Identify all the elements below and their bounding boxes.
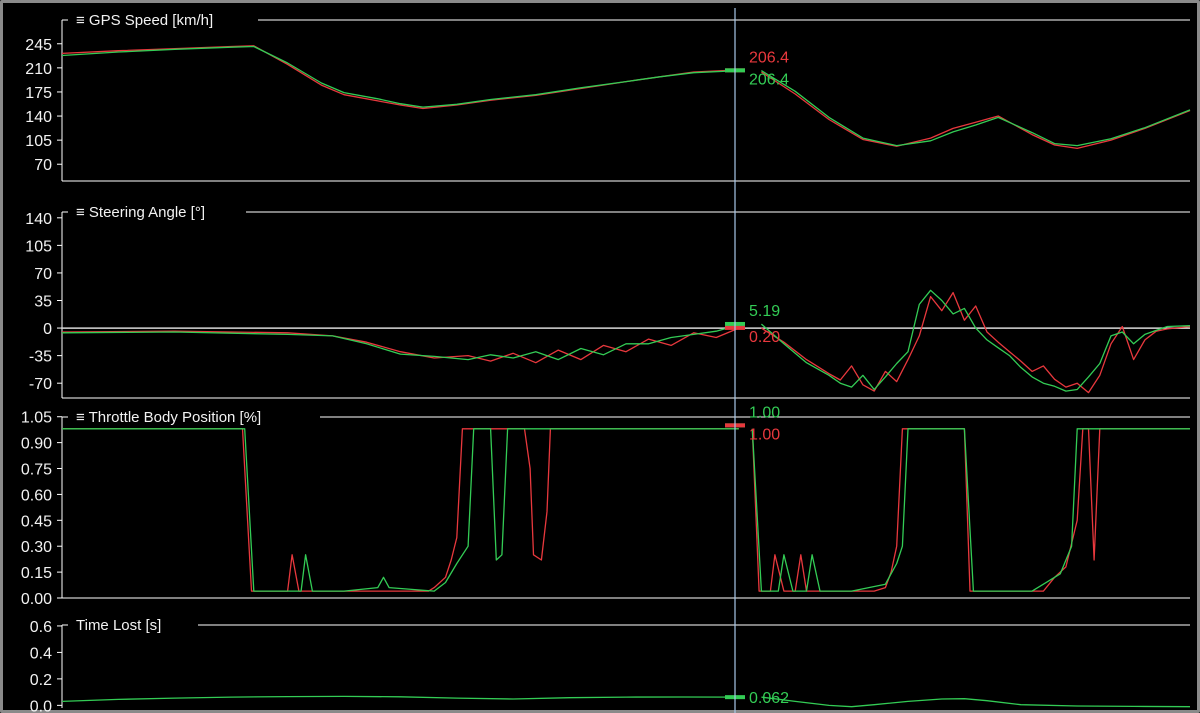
y-tick-label: 70: [34, 157, 52, 174]
y-tick-label: 245: [25, 37, 52, 54]
cursor-value-label: 0.062: [749, 690, 789, 707]
panel-title[interactable]: ≡ Throttle Body Position [%]: [76, 409, 261, 426]
y-tick-label: -70: [29, 376, 52, 393]
series-line-lap_b: [61, 695, 1191, 708]
y-tick-label: 0.2: [30, 672, 52, 689]
y-tick-label: 0.6: [30, 619, 52, 636]
y-tick-label: -35: [29, 349, 52, 366]
series-line-lap_b: [61, 289, 1191, 392]
panel-title[interactable]: ≡ Steering Angle [°]: [76, 204, 205, 221]
cursor-value-label: 1.00: [749, 404, 780, 421]
panel-title[interactable]: ≡ GPS Speed [km/h]: [76, 12, 213, 29]
y-tick-label: 0.45: [21, 513, 52, 530]
y-tick-label: 175: [25, 85, 52, 102]
y-tick-label: 105: [25, 238, 52, 255]
y-tick-label: 0.00: [21, 591, 52, 608]
y-tick-label: 210: [25, 61, 52, 78]
series-line-lap_a: [62, 428, 1190, 592]
y-tick-label: 105: [25, 133, 52, 150]
y-tick-label: 0.4: [30, 645, 52, 662]
y-tick-label: 35: [34, 294, 52, 311]
cursor-value-label: 206.4: [749, 49, 789, 66]
y-tick-label: 140: [25, 211, 52, 228]
y-tick-label: 0: [43, 321, 52, 338]
series-line-lap_b: [62, 428, 1190, 592]
y-tick-label: 140: [25, 109, 52, 126]
y-tick-label: 0.0: [30, 698, 52, 713]
cursor-value-label: 5.19: [749, 303, 780, 320]
series-line-lap_a: [61, 45, 1191, 150]
y-tick-label: 1.05: [21, 410, 52, 427]
y-tick-label: 0.60: [21, 487, 52, 504]
y-tick-label: 70: [34, 266, 52, 283]
series-line-lap_a: [61, 291, 1191, 394]
y-tick-label: 0.75: [21, 462, 52, 479]
y-tick-label: 0.90: [21, 436, 52, 453]
y-tick-label: 0.30: [21, 539, 52, 556]
telemetry-chart[interactable]: ≡ GPS Speed [km/h] 245 210 175 140 105 70 206.4…: [0, 0, 1200, 713]
cursor-value-label: 206.4: [749, 71, 789, 88]
cursor-value-label: 1.00: [749, 426, 780, 443]
cursor-value-label: 0.20: [749, 329, 780, 346]
y-tick-label: 0.15: [21, 565, 52, 582]
series-line-lap_b: [61, 45, 1191, 147]
panel-title[interactable]: Time Lost [s]: [76, 617, 161, 634]
